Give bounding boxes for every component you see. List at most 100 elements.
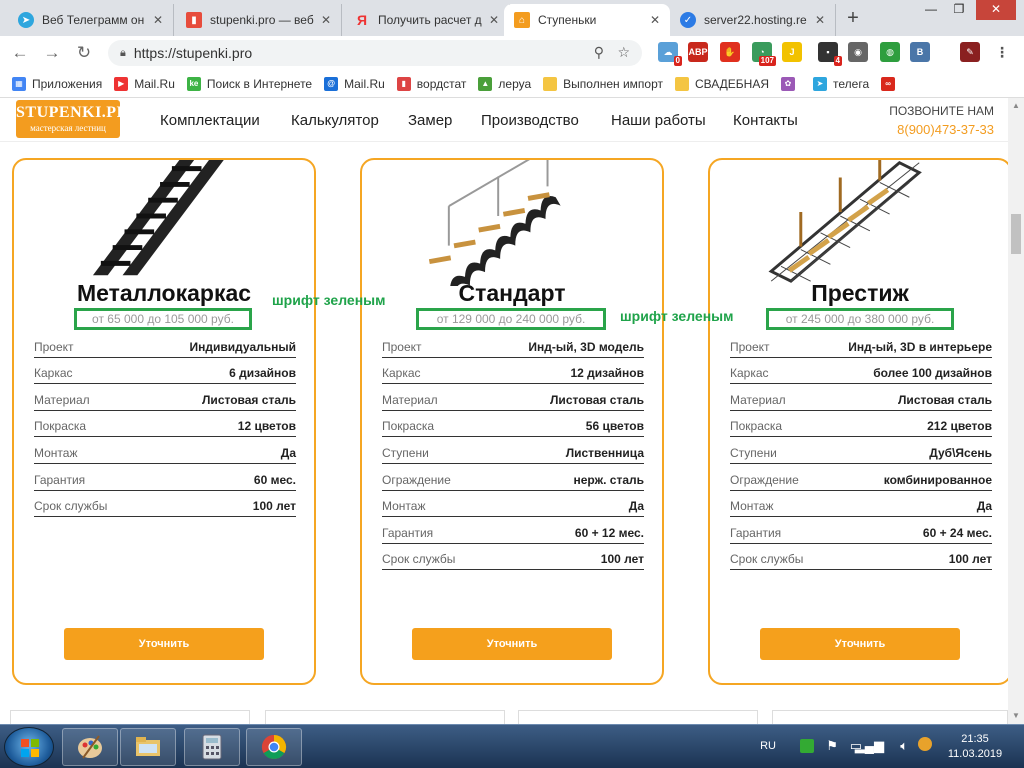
brush-ext-icon[interactable]: ✎: [960, 42, 980, 62]
clock[interactable]: 21:35 11.03.2019: [940, 733, 1010, 760]
stop-ext-icon[interactable]: ✋: [720, 42, 740, 62]
chart-icon: ▮: [186, 12, 202, 28]
camera-ext-icon[interactable]: ◉: [848, 42, 868, 62]
yandex-ext-icon[interactable]: J: [782, 42, 802, 62]
package-card-standard: Стандарт от 129 000 до 240 000 руб. Прое…: [360, 158, 664, 685]
annotation-note: шрифт зеленым: [620, 308, 734, 324]
volume-icon[interactable]: 🔈︎: [900, 738, 908, 754]
flag-icon[interactable]: ⚑: [826, 738, 838, 754]
bookmark-item[interactable]: СВАДЕБНАЯ: [675, 76, 769, 91]
bookmark-item[interactable]: ▦ Приложения: [12, 76, 102, 91]
bookmark-item[interactable]: ▲ леруа: [478, 76, 531, 91]
bookmark-item[interactable]: ke Поиск в Интернете: [186, 76, 312, 91]
bookmark-item[interactable]: ✿: [781, 76, 801, 91]
browser-tab[interactable]: Я Получить расчет д ✕: [344, 4, 510, 36]
green-ext-icon[interactable]: ◍: [880, 42, 900, 62]
site-logo[interactable]: STUPENKI.PRO мастерская лестниц: [16, 100, 141, 138]
page-scrollbar[interactable]: ▲ ▼: [1008, 98, 1024, 724]
browser-tab-active[interactable]: ⌂ Ступеньки ✕: [504, 4, 670, 36]
phone-link[interactable]: 8(900)473-37-33: [889, 122, 994, 137]
clarify-button[interactable]: Уточнить: [760, 628, 960, 660]
bookmark-star-icon[interactable]: ☆: [617, 44, 630, 61]
bookmark-item[interactable]: ▶ Mail.Ru: [114, 76, 175, 91]
spec-label: Срок службы: [730, 552, 804, 567]
address-bar[interactable]: 🔒︎ https://stupenki.pro ⚲ ☆: [108, 40, 642, 66]
adblock-icon[interactable]: ABP: [688, 42, 708, 62]
tab-strip: ➤ Веб Телеграмм он ✕ ▮ stupenki.pro — ве…: [0, 0, 1024, 36]
chrome-app-icon[interactable]: [246, 728, 302, 766]
menu-item-kits[interactable]: Комплектации: [160, 112, 260, 129]
lock-icon: 🔒︎: [120, 46, 126, 59]
close-tab-icon[interactable]: ✕: [815, 13, 825, 27]
explorer-app-icon[interactable]: [120, 728, 176, 766]
bookmark-item[interactable]: @ Mail.Ru: [324, 76, 385, 91]
close-tab-icon[interactable]: ✕: [650, 13, 660, 27]
paint-app-icon[interactable]: [62, 728, 118, 766]
mail-ext-icon[interactable]: ▪ 4: [818, 42, 842, 66]
extension-glyph: ABP: [688, 47, 708, 57]
reload-icon[interactable]: ↻: [72, 41, 96, 65]
forward-icon[interactable]: →: [40, 41, 64, 65]
spec-label: Материал: [730, 392, 786, 407]
clarify-button[interactable]: Уточнить: [64, 628, 264, 660]
spec-row: Материал Листовая сталь: [730, 384, 992, 411]
spec-value: Дуб\Ясень: [929, 445, 992, 460]
zoom-icon[interactable]: ⚲: [594, 44, 604, 61]
new-tab-button[interactable]: +: [840, 8, 866, 30]
scroll-up-icon[interactable]: ▲: [1008, 98, 1024, 114]
browser-tab[interactable]: ➤ Веб Телеграмм он ✕: [8, 4, 174, 36]
spec-value: Листовая сталь: [550, 392, 644, 407]
tab-title: server22.hosting.re: [704, 13, 807, 27]
close-tab-icon[interactable]: ✕: [321, 13, 331, 27]
signal-icon[interactable]: ▂▄▆: [855, 738, 884, 754]
bookmark-item[interactable]: ➤ телега: [813, 76, 869, 91]
browser-tab[interactable]: ✓ server22.hosting.re ✕: [670, 4, 836, 36]
minimize-button[interactable]: —: [918, 0, 944, 20]
weather-icon[interactable]: [918, 737, 932, 751]
bookmark-item[interactable]: ▮ вордстат: [396, 76, 466, 91]
menu-item-measure[interactable]: Замер: [408, 112, 452, 129]
menu-kebab-icon[interactable]: ⋮: [992, 42, 1012, 62]
menu-item-works[interactable]: Наши работы: [611, 112, 706, 129]
spec-value: нерж. сталь: [573, 472, 645, 487]
vk-ext-icon[interactable]: B: [910, 42, 930, 62]
card-title: Металлокаркас: [76, 280, 252, 306]
menu-item-production[interactable]: Производство: [481, 112, 579, 129]
close-window-button[interactable]: ✕: [976, 0, 1016, 20]
spec-value: Листовая сталь: [202, 392, 296, 407]
cloud-ext-icon[interactable]: ☁ 0: [658, 42, 682, 66]
scroll-down-icon[interactable]: ▼: [1008, 708, 1024, 724]
bookmark-item[interactable]: ∞: [881, 76, 901, 91]
menu-item-contacts[interactable]: Контакты: [733, 112, 798, 129]
tab-title: Получить расчет д: [378, 13, 482, 27]
spec-row: Срок службы 100 лет: [34, 491, 296, 518]
spec-value: 6 дизайнов: [229, 366, 296, 381]
restore-button[interactable]: ❐: [946, 0, 972, 20]
scroll-thumb[interactable]: [1011, 214, 1021, 254]
spec-list: Проект Инд-ый, 3D модель Каркас 12 дизайнов…: [382, 331, 645, 571]
spec-value: 100 лет: [948, 552, 992, 567]
bookmark-item[interactable]: Выполнен импорт: [543, 76, 663, 91]
stair-image: [768, 160, 922, 283]
spec-row: Срок службы 100 лет: [730, 544, 992, 571]
spec-row: Каркас более 100 дизайнов: [730, 358, 992, 385]
menu-item-calculator[interactable]: Калькулятор: [291, 112, 379, 129]
close-tab-icon[interactable]: ✕: [153, 13, 163, 27]
close-tab-icon[interactable]: ✕: [489, 13, 499, 27]
back-icon[interactable]: ←: [8, 41, 32, 65]
spec-row: Гарантия 60 мес.: [34, 464, 296, 491]
language-indicator[interactable]: RU: [760, 740, 776, 752]
bookmark-icon: @: [324, 76, 339, 91]
counter-ext-icon[interactable]: ◔ 107: [752, 42, 776, 66]
calculator-app-icon[interactable]: [184, 728, 240, 766]
network-app-icon[interactable]: [800, 739, 814, 753]
browser-tab[interactable]: ▮ stupenki.pro — веб ✕: [176, 4, 342, 36]
extension-badge: 0: [673, 56, 682, 66]
extension-glyph: ✋: [724, 46, 736, 57]
clarify-button[interactable]: Уточнить: [412, 628, 612, 660]
spec-label: Каркас: [730, 366, 769, 381]
spec-value: Инд-ый, 3D в интерьере: [848, 339, 992, 354]
bookmark-icon: ➤: [813, 76, 828, 91]
start-button[interactable]: [4, 727, 54, 767]
bookmark-icon: [675, 76, 689, 91]
